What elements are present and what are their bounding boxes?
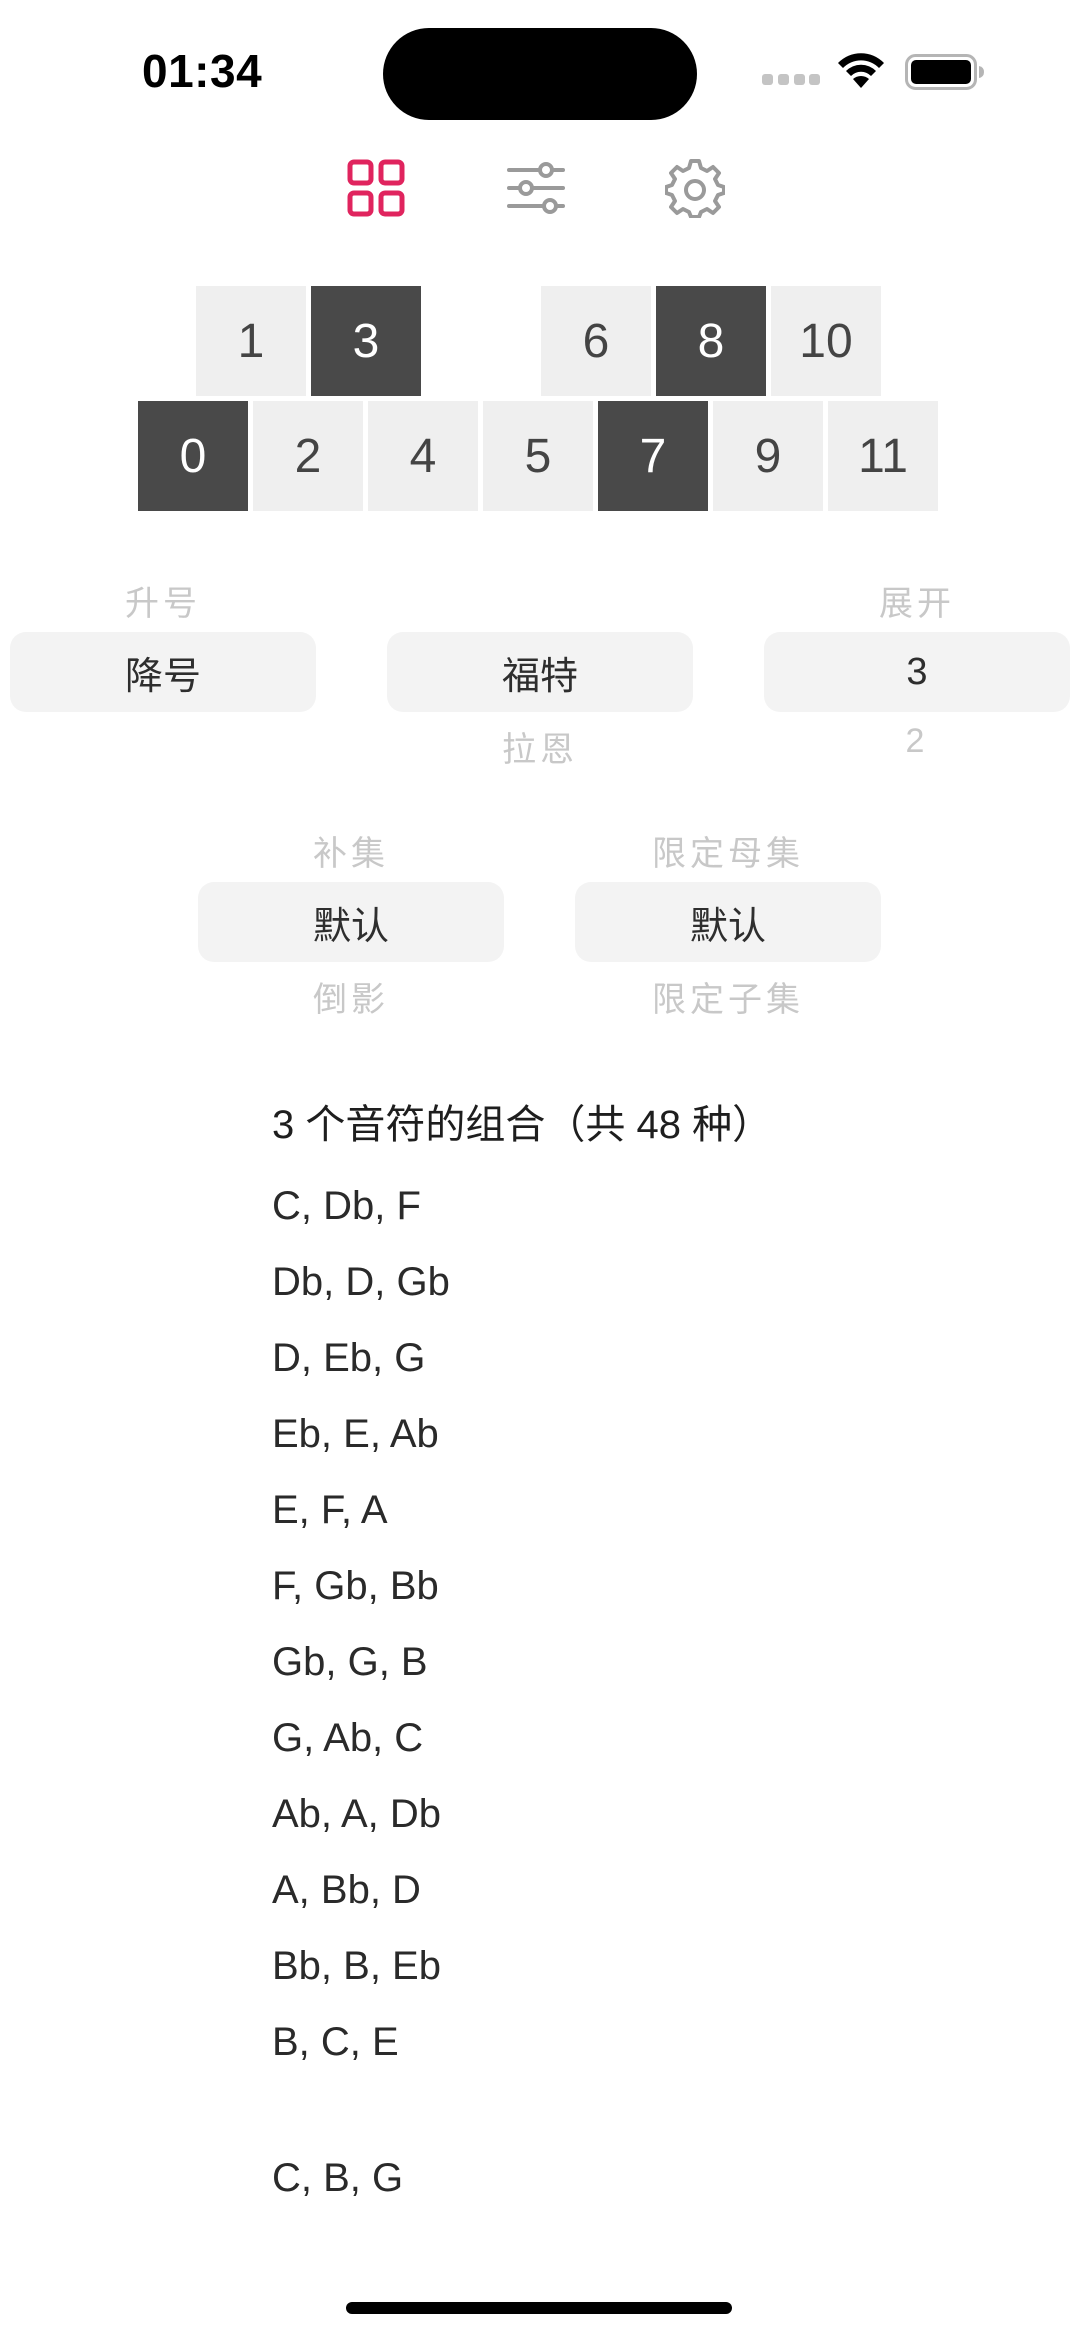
key-8[interactable]: 8 [656,286,766,396]
list-item[interactable]: Db, D, Gb [272,1244,450,1320]
key-2[interactable]: 2 [253,401,363,511]
home-indicator[interactable] [346,2302,732,2314]
list-item[interactable]: F, Gb, Bb [272,1548,450,1624]
key-4[interactable]: 4 [368,401,478,511]
key-11[interactable]: 11 [828,401,938,511]
dynamic-island [383,28,697,120]
key-5[interactable]: 5 [483,401,593,511]
list-item[interactable]: Bb, B, Eb [272,1928,450,2004]
gear-icon[interactable] [665,158,725,218]
results-items: C, Db, F Db, D, Gb D, Eb, G Eb, E, Ab E,… [272,1168,450,2236]
cellular-signal-icon [762,74,820,86]
key-9[interactable]: 9 [713,401,823,511]
battery-icon [905,54,984,90]
list-item[interactable]: C, Db, F [272,1168,450,1244]
picker-option-below[interactable]: 限定子集 [575,972,881,1021]
picker-option-above[interactable]: 升号 [10,576,316,625]
picker-selected[interactable]: 福特 [387,632,693,712]
list-item[interactable]: Db, C, Ab [272,2216,450,2236]
picker-selected[interactable]: 降号 [10,632,316,712]
key-0[interactable]: 0 [138,401,248,511]
list-item[interactable]: B, C, E [272,2004,450,2080]
key-1[interactable]: 1 [196,286,306,396]
list-item[interactable]: C, B, G [272,2140,450,2216]
key-6[interactable]: 6 [541,286,651,396]
picker-option-below[interactable]: 2 [764,722,1070,761]
list-item[interactable]: Gb, G, B [272,1624,450,1700]
list-item[interactable]: A, Bb, D [272,1852,450,1928]
picker-selected[interactable]: 默认 [198,882,504,962]
screen: 01:34 1 3 6 8 10 0 2 4 5 7 9 11 升号 降号 福特… [0,0,1080,2341]
key-3[interactable]: 3 [311,286,421,396]
key-10[interactable]: 10 [771,286,881,396]
grid-icon[interactable] [346,158,406,218]
status-time: 01:34 [142,45,263,97]
results-title: 3 个音符的组合（共 48 种） [272,1103,773,1147]
picker-selected[interactable]: 3 [764,632,1070,712]
accidental-picker[interactable]: 升号 降号 [10,576,316,756]
wifi-icon [838,53,884,88]
list-item[interactable]: E, F, A [272,1472,450,1548]
key-7[interactable]: 7 [598,401,708,511]
sliders-icon[interactable] [506,158,566,218]
picker-selected[interactable]: 默认 [575,882,881,962]
list-item[interactable]: G, Ab, C [272,1700,450,1776]
picker-option-below[interactable]: 拉恩 [387,722,693,771]
list-item[interactable]: Eb, E, Ab [272,1396,450,1472]
list-item[interactable]: Ab, A, Db [272,1776,450,1852]
transform-picker[interactable]: 补集 默认 倒影 [198,826,504,1019]
results-list[interactable]: 3 个音符的组合（共 48 种） C, Db, F Db, D, Gb D, E… [0,1080,1080,2236]
picker-option-above[interactable]: 补集 [198,826,504,875]
picker-option-above[interactable]: 展开 [764,576,1070,625]
subset-picker[interactable]: 限定母集 默认 限定子集 [575,826,881,1019]
naming-picker[interactable]: 福特 拉恩 [387,576,693,769]
list-item[interactable]: D, Eb, G [272,1320,450,1396]
picker-option-below[interactable]: 倒影 [198,972,504,1021]
count-picker[interactable]: 展开 3 2 [764,576,1070,760]
picker-option-above[interactable]: 限定母集 [575,826,881,875]
